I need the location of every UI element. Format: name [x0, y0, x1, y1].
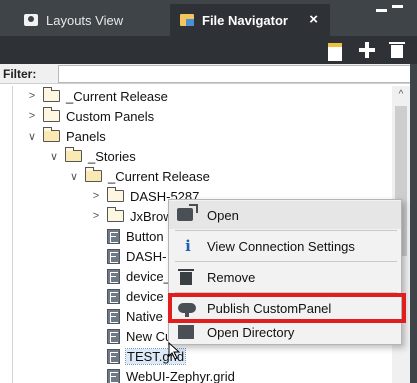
tree-item-jxbrow[interactable]: > JxBrow — [89, 206, 173, 226]
tree-item-file[interactable]: Button — [103, 226, 164, 246]
window-frame — [410, 64, 417, 383]
open-icon — [177, 204, 199, 224]
menu-item-view-connection-settings[interactable]: i View Connection Settings — [169, 232, 401, 260]
tab-layouts-view[interactable]: Layouts View — [8, 4, 168, 36]
chevron-down-icon[interactable]: ∨ — [25, 130, 39, 143]
grid-file-icon — [107, 288, 120, 304]
tab-bar: Layouts View File Navigator × — [0, 0, 417, 36]
tree-item-custom-panels[interactable]: > Custom Panels — [25, 106, 154, 126]
tree-item-label: New Cu — [126, 328, 173, 344]
tree-item-label: _Current Release — [66, 88, 168, 104]
tree-item-stories[interactable]: ∨ _Stories — [47, 146, 136, 166]
tree-item-label: device_ — [126, 268, 171, 284]
chevron-down-icon[interactable]: ∨ — [47, 150, 61, 163]
chevron-right-icon[interactable]: > — [89, 190, 103, 202]
menu-item-label: Open — [207, 207, 239, 223]
highlight-annotation — [168, 293, 406, 323]
tree-item-label: JxBrow — [130, 208, 173, 224]
tree-item-file[interactable]: DASH- — [103, 246, 166, 266]
menu-item-label: Remove — [207, 269, 256, 285]
grid-file-icon — [107, 308, 120, 324]
tree-item-panels[interactable]: ∨ Panels — [25, 126, 106, 146]
trash-icon[interactable] — [388, 41, 406, 59]
folder-open-icon — [42, 127, 60, 142]
folder-icon — [42, 87, 60, 102]
tree-item-label: DASH- — [126, 248, 167, 264]
grid-file-icon — [107, 328, 120, 344]
tree-item-label: Custom Panels — [66, 108, 155, 124]
tree-item-label: device — [126, 288, 164, 304]
tree-item-file[interactable]: device_ — [103, 266, 171, 286]
grid-file-icon — [107, 268, 120, 284]
tab-file-navigator-label: File Navigator — [202, 12, 288, 28]
grid-file-icon — [107, 228, 120, 244]
tree-item-label: Panels — [66, 128, 106, 144]
grid-file-icon — [107, 348, 120, 364]
menu-separator — [175, 261, 397, 262]
tree-item-file[interactable]: Native — [103, 306, 163, 326]
tree-item-file[interactable]: New Cu — [103, 326, 172, 346]
new-note-icon[interactable] — [326, 41, 344, 61]
camera-icon — [24, 14, 38, 26]
folder-open-icon — [84, 167, 102, 182]
folder-icon — [106, 207, 124, 222]
tab-file-navigator[interactable]: File Navigator × — [170, 4, 330, 36]
context-menu: Open i View Connection Settings Remove P… — [168, 199, 402, 345]
menu-separator — [175, 230, 397, 231]
tab-layouts-view-label: Layouts View — [46, 12, 124, 28]
info-icon: i — [185, 237, 191, 255]
folder-icon — [106, 187, 124, 202]
maximize-icon[interactable] — [392, 5, 403, 16]
close-tab-icon[interactable]: × — [309, 11, 318, 28]
mouse-cursor-icon — [168, 342, 181, 360]
tree-item-current-release[interactable]: > _Current Release — [25, 86, 168, 106]
trash-icon — [177, 268, 199, 286]
minimize-icon[interactable] — [376, 9, 387, 12]
chevron-right-icon[interactable]: > — [25, 90, 39, 102]
toolbar — [0, 36, 417, 64]
grid-file-icon — [107, 368, 120, 383]
tree-item-label: Native — [126, 308, 163, 324]
scroll-up-icon[interactable]: ^ — [392, 86, 410, 104]
tree-item-label: WebUI-Zephyr.grid — [126, 368, 235, 383]
tree-item-label: _Current Release — [108, 168, 210, 184]
folder-icon — [42, 107, 60, 122]
grid-file-icon — [107, 248, 120, 264]
plus-icon[interactable] — [358, 41, 376, 59]
tree-item-current-release-expanded[interactable]: ∨ _Current Release — [67, 166, 210, 186]
menu-item-label: View Connection Settings — [207, 238, 355, 254]
filter-input[interactable] — [58, 65, 415, 83]
tree-item-file[interactable]: device — [103, 286, 164, 306]
tree-item-label: Button — [126, 228, 164, 244]
folder-open-icon — [64, 147, 82, 162]
filter-label: Filter: — [3, 67, 37, 81]
directory-icon — [177, 323, 199, 341]
menu-item-remove[interactable]: Remove — [169, 263, 401, 291]
menu-item-label: Open Directory — [207, 324, 295, 340]
tree-item-webui-zephyr[interactable]: WebUI-Zephyr.grid — [103, 366, 235, 383]
tree-item-label: _Stories — [88, 148, 136, 164]
chevron-right-icon[interactable]: > — [89, 210, 103, 222]
menu-item-open[interactable]: Open — [169, 201, 401, 229]
chevron-right-icon[interactable]: > — [25, 110, 39, 122]
chevron-down-icon[interactable]: ∨ — [67, 170, 81, 183]
filter-row: Filter: — [0, 64, 417, 84]
file-navigator-icon — [180, 14, 194, 26]
